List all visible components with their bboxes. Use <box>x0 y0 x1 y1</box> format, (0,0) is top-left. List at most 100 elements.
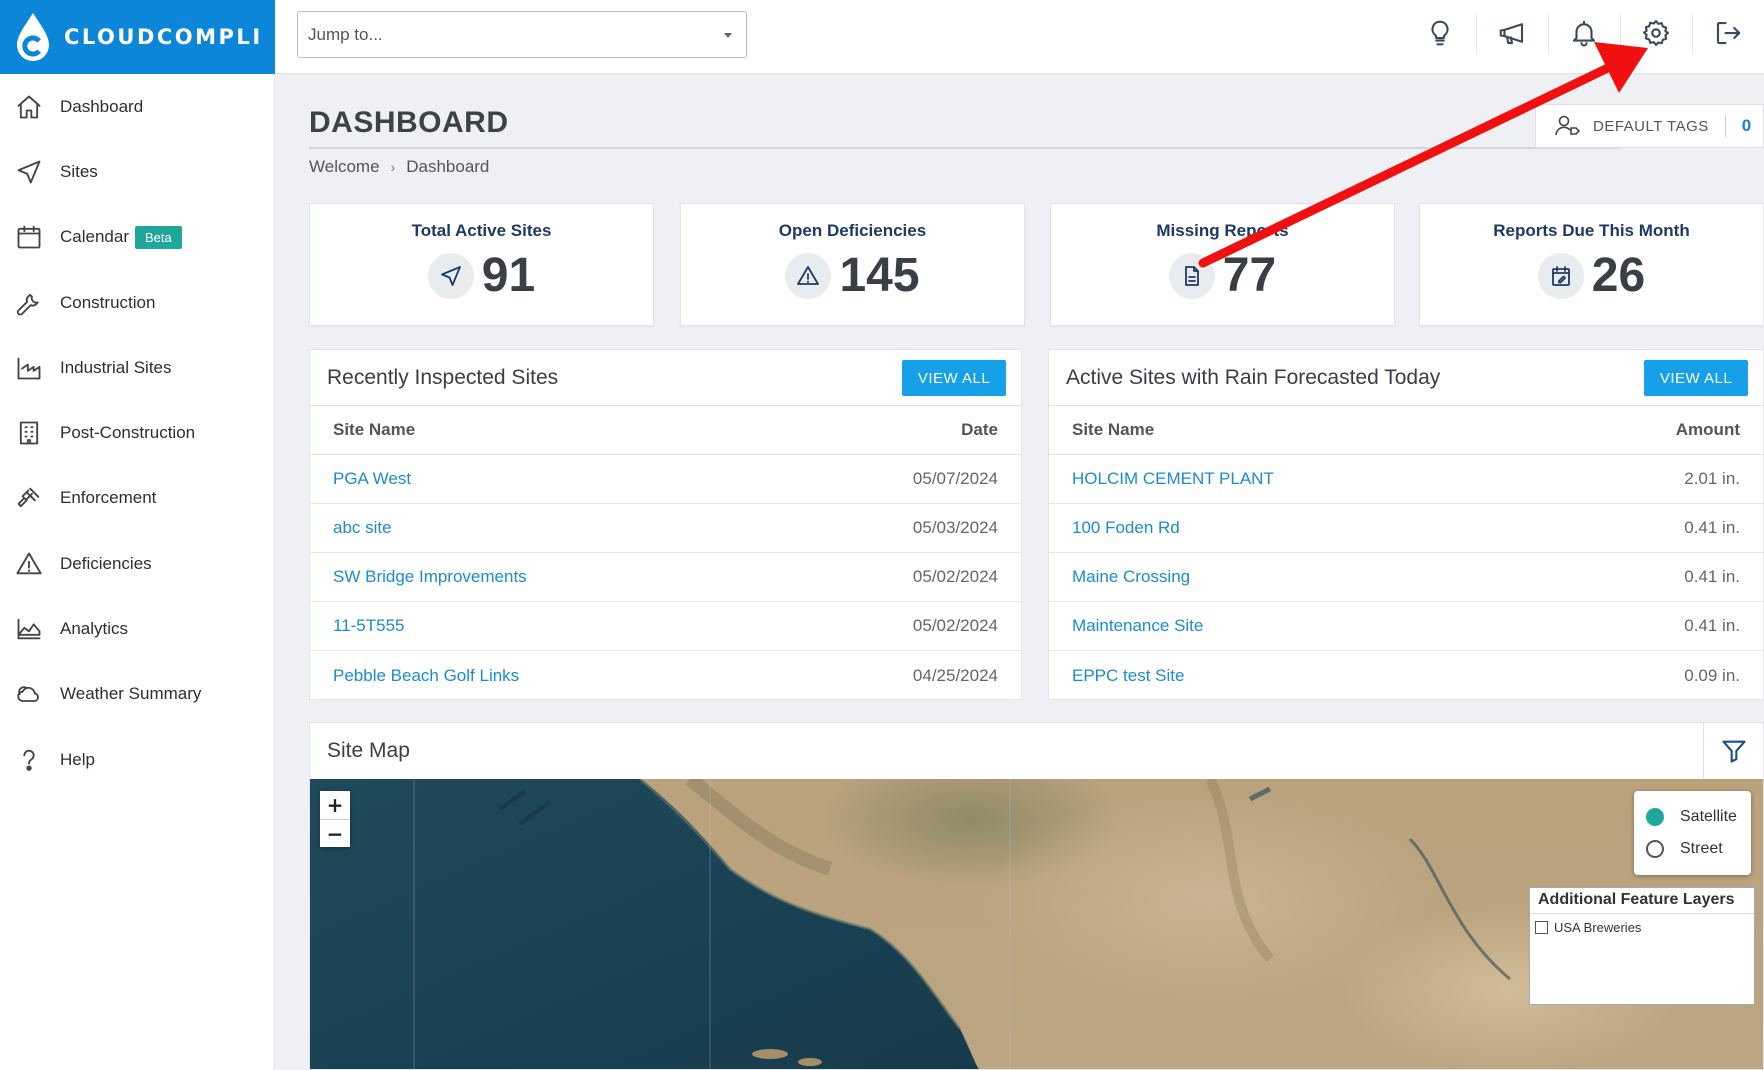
site-link[interactable]: abc site <box>333 518 392 538</box>
layer-option-satellite[interactable]: Satellite <box>1646 801 1751 833</box>
warning-triangle-icon <box>16 552 42 574</box>
sidebar-item-calendar[interactable]: Calendar Beta <box>0 205 274 270</box>
zoom-in-button[interactable]: + <box>320 791 350 819</box>
sidebar-item-label: Analytics <box>60 619 129 639</box>
tips-button[interactable] <box>1404 0 1476 66</box>
table-row: PGA West 05/07/2024 <box>310 455 1021 504</box>
sidebar-item-label: Weather Summary <box>60 684 202 704</box>
sidebar-item-label: Dashboard <box>60 96 144 116</box>
sidebar-item-construction[interactable]: Construction <box>0 270 274 335</box>
stat-value: 77 <box>1222 249 1277 302</box>
column-header-site-name[interactable]: Site Name <box>1072 420 1154 440</box>
navigation-arrow-icon <box>440 265 461 286</box>
date-value: 04/25/2024 <box>912 665 998 685</box>
radio-unselected[interactable] <box>1646 840 1664 858</box>
warning-triangle-icon <box>797 265 820 285</box>
page-title: DASHBOARD <box>309 106 509 139</box>
table-row: abc site 05/03/2024 <box>310 504 1021 553</box>
table-row: Maine Crossing 0.41 in. <box>1049 553 1763 602</box>
table-row: EPPC test Site 0.09 in. <box>1049 651 1763 700</box>
document-icon <box>1184 265 1199 286</box>
default-tags-button[interactable]: DEFAULT TAGS 0 <box>1535 104 1764 148</box>
sidebar-item-label: Sites <box>60 161 98 181</box>
stat-label: Reports Due This Month <box>1493 221 1690 240</box>
zoom-control: + − <box>320 791 350 847</box>
table-row: Pebble Beach Golf Links 04/25/2024 <box>310 651 1021 700</box>
stat-card-reports-due-this-month[interactable]: Reports Due This Month 26 <box>1419 203 1764 326</box>
sidebar-item-weather-summary[interactable]: Weather Summary <box>0 662 274 727</box>
stat-value: 91 <box>481 249 536 302</box>
stat-value: 26 <box>1591 249 1646 302</box>
stat-card-open-deficiencies[interactable]: Open Deficiencies 145 <box>680 203 1025 326</box>
sidebar-item-post-construction[interactable]: Post-Construction <box>0 400 274 465</box>
site-link[interactable]: Pebble Beach Golf Links <box>333 666 519 686</box>
sidebar-item-label: Calendar <box>60 227 129 247</box>
checkbox[interactable] <box>1535 921 1548 934</box>
sidebar-item-analytics[interactable]: Analytics <box>0 596 274 661</box>
feature-layers-panel: Additional Feature Layers USA Breweries <box>1529 887 1755 1005</box>
lightbulb-icon <box>1431 20 1449 46</box>
site-link[interactable]: HOLCIM CEMENT PLANT <box>1072 469 1274 489</box>
announcements-button[interactable] <box>1476 0 1548 66</box>
beta-badge: Beta <box>135 225 182 249</box>
table-header: Site Name Amount <box>1049 406 1763 455</box>
stat-card-missing-reports[interactable]: Missing Reports 77 <box>1050 203 1395 326</box>
zoom-out-button[interactable]: − <box>320 819 350 847</box>
site-link[interactable]: EPPC test Site <box>1072 666 1184 686</box>
site-link[interactable]: 11-5T555 <box>333 616 405 636</box>
factory-icon <box>17 357 41 380</box>
amount-value: 0.41 in. <box>1684 518 1740 537</box>
sidebar-item-deficiencies[interactable]: Deficiencies <box>0 531 274 596</box>
panel-title: Recently Inspected Sites <box>327 365 559 389</box>
rain-forecast-panel: Active Sites with Rain Forecasted Today … <box>1048 349 1764 700</box>
view-all-recent-button[interactable]: VIEW ALL <box>902 360 1006 396</box>
sidebar-item-dashboard[interactable]: Dashboard <box>0 74 274 139</box>
logout-icon <box>1716 21 1741 45</box>
feature-layers-title: Additional Feature Layers <box>1530 888 1754 914</box>
stat-card-total-active-sites[interactable]: Total Active Sites 91 <box>309 203 654 326</box>
settings-button[interactable] <box>1620 0 1692 66</box>
breadcrumb-welcome[interactable]: Welcome <box>309 157 380 177</box>
droplet-logo-icon <box>17 13 49 61</box>
user-tag-icon <box>1555 115 1581 136</box>
base-layer-control: Satellite Street <box>1634 791 1751 875</box>
column-header-date[interactable]: Date <box>961 420 998 440</box>
column-header-amount[interactable]: Amount <box>1676 420 1740 440</box>
cloud-icon <box>17 686 39 703</box>
layer-option-street[interactable]: Street <box>1646 833 1751 865</box>
feature-layer-usa-breweries[interactable]: USA Breweries <box>1530 914 1754 935</box>
calendar-icon <box>17 225 41 249</box>
sidebar-item-enforcement[interactable]: Enforcement <box>0 466 274 531</box>
site-map-panel: Site Map + − Satellite Street Additional… <box>309 722 1764 1070</box>
satellite-map[interactable]: + − Satellite Street Additional Feature … <box>310 779 1763 1069</box>
brand-logo[interactable]: CLOUDCOMPLI <box>0 0 275 74</box>
navigation-arrow-icon <box>17 160 41 184</box>
stat-label: Open Deficiencies <box>778 221 927 240</box>
site-link[interactable]: Maintenance Site <box>1072 616 1203 636</box>
radio-selected[interactable] <box>1646 808 1664 826</box>
layer-label: Satellite <box>1680 808 1737 825</box>
breadcrumb: Welcome › Dashboard <box>309 157 489 177</box>
jump-to-select[interactable]: Jump to... <box>297 11 747 58</box>
top-bar: CLOUDCOMPLI Jump to... <box>0 0 1764 74</box>
calendar-edit-icon <box>1551 265 1570 286</box>
tags-separator <box>1724 115 1726 137</box>
area-chart-icon <box>17 618 41 640</box>
map-filter-button[interactable] <box>1703 723 1763 779</box>
sidebar-item-help[interactable]: Help <box>0 727 274 792</box>
site-link[interactable]: 100 Foden Rd <box>1072 518 1180 538</box>
amount-value: 0.09 in. <box>1684 665 1740 685</box>
sidebar-item-industrial-sites[interactable]: Industrial Sites <box>0 335 274 400</box>
site-link[interactable]: Maine Crossing <box>1072 567 1190 587</box>
date-value: 05/03/2024 <box>912 518 998 537</box>
sidebar-item-sites[interactable]: Sites <box>0 139 274 204</box>
notifications-button[interactable] <box>1548 0 1620 66</box>
site-link[interactable]: PGA West <box>333 469 411 489</box>
site-link[interactable]: SW Bridge Improvements <box>333 567 527 587</box>
table-row: 100 Foden Rd 0.41 in. <box>1049 504 1763 553</box>
logout-button[interactable] <box>1692 0 1764 66</box>
column-header-site-name[interactable]: Site Name <box>333 420 415 440</box>
table-row: HOLCIM CEMENT PLANT 2.01 in. <box>1049 455 1763 504</box>
default-tags-label: DEFAULT TAGS <box>1593 117 1709 135</box>
view-all-rain-button[interactable]: VIEW ALL <box>1644 360 1748 396</box>
